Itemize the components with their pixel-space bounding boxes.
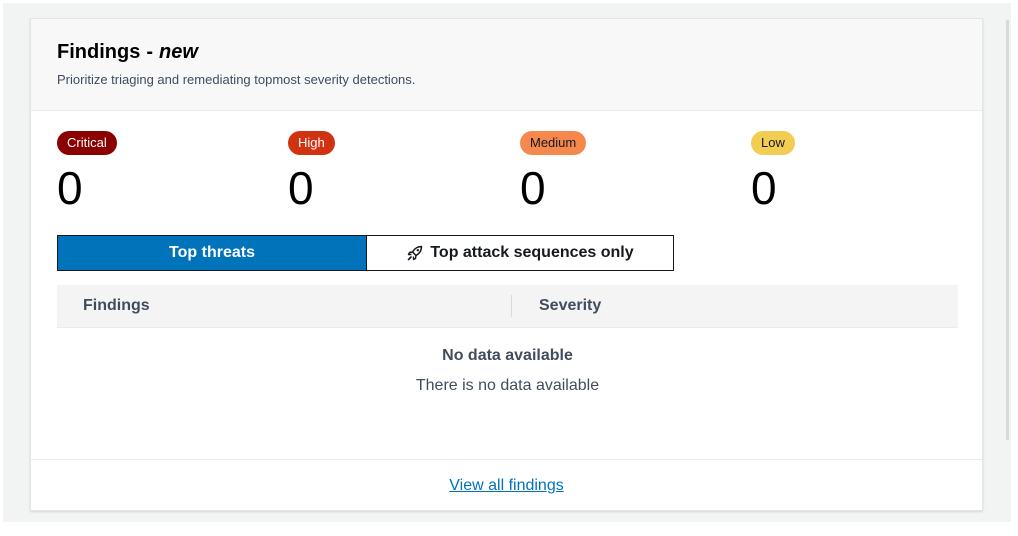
- tab-top-attack-sequences[interactable]: Top attack sequences only: [366, 236, 673, 270]
- card-title-text: Findings: [57, 41, 141, 63]
- tab-top-threats-label: Top threats: [169, 244, 255, 261]
- view-all-findings-link[interactable]: View all findings: [31, 477, 982, 495]
- severity-count-low: 0: [751, 162, 777, 214]
- card-title-separator: -: [146, 41, 153, 63]
- severity-badge-high: High: [288, 131, 335, 155]
- card-title: Findings - new: [57, 41, 198, 64]
- severity-count-high: 0: [288, 162, 314, 214]
- severity-low: Low 0: [751, 131, 951, 214]
- card-description: Prioritize triaging and remediating topm…: [57, 72, 416, 87]
- severity-badge-medium: Medium: [520, 131, 587, 155]
- severity-high: High 0: [288, 131, 488, 214]
- column-divider: [511, 295, 512, 317]
- severity-count-critical: 0: [57, 162, 83, 214]
- severity-badge-low: Low: [751, 131, 795, 155]
- card-header: Findings - new Prioritize triaging and rem…: [31, 19, 982, 111]
- right-panel-edge: [1006, 20, 1009, 440]
- tab-top-threats[interactable]: Top threats: [58, 236, 366, 270]
- severity-badge-critical: Critical: [57, 131, 117, 155]
- card-footer: View all findings: [31, 459, 982, 511]
- empty-state-text: There is no data available: [415, 377, 600, 394]
- empty-state-title: No data available: [442, 347, 573, 364]
- findings-card: Findings - new Prioritize triaging and rem…: [30, 18, 983, 511]
- severity-medium: Medium 0: [520, 131, 720, 214]
- severity-critical: Critical 0: [57, 131, 257, 214]
- column-header-findings[interactable]: Findings: [83, 285, 150, 327]
- findings-table: Findings Severity No data available Ther…: [57, 285, 958, 394]
- tab-top-attack-sequences-label: Top attack sequences only: [430, 244, 634, 261]
- table-header: Findings Severity: [57, 285, 958, 328]
- findings-view-toggle: Top threats Top attack sequences only: [57, 235, 674, 271]
- rocket-icon: [406, 244, 424, 262]
- card-title-badge: new: [159, 41, 198, 63]
- column-header-severity[interactable]: Severity: [539, 285, 601, 327]
- severity-count-medium: 0: [520, 162, 546, 214]
